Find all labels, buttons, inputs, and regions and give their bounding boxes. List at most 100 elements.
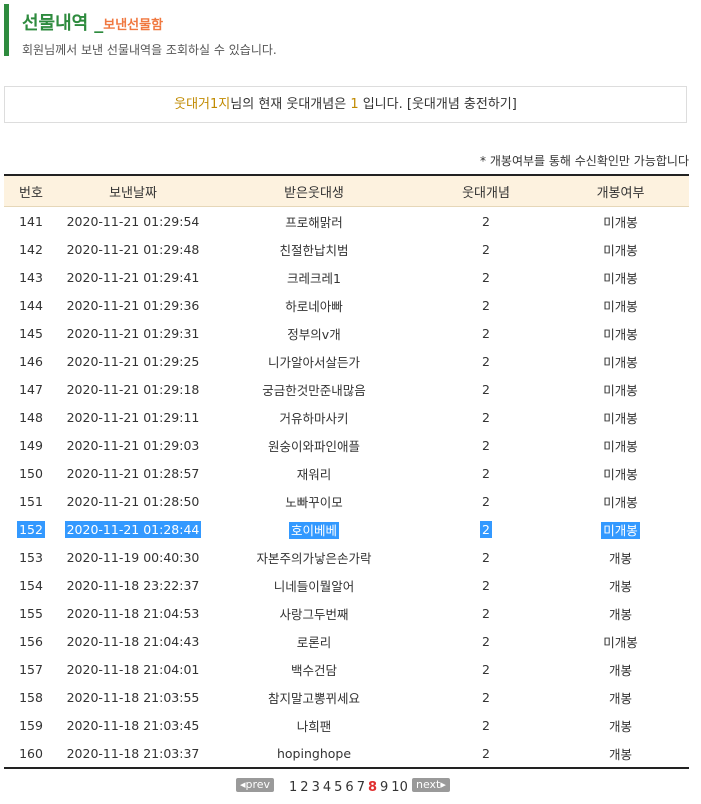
table-row: 155 2020-11-18 21:04:53 사랑그두번째 2 개봉 [4, 599, 689, 627]
cell-number-text: 157 [19, 661, 43, 677]
page-link[interactable]: 7 [357, 780, 365, 795]
cell-points: 2 [420, 627, 552, 655]
prev-page-button[interactable]: ◂prev [236, 778, 275, 792]
cell-number: 155 [4, 599, 58, 627]
cell-sent-date-text: 2020-11-21 01:29:25 [66, 353, 200, 369]
cell-points: 2 [420, 487, 552, 515]
cell-points: 2 [420, 291, 552, 319]
cell-open-status: 개봉 [552, 599, 689, 627]
cell-sent-date: 2020-11-18 21:04:01 [58, 655, 208, 683]
table-row: 141 2020-11-21 01:29:54 프로해맑러 2 미개봉 [4, 207, 689, 236]
cell-open-status: 미개봉 [552, 627, 689, 655]
cell-recipient-text: 백수건담 [290, 662, 337, 678]
cell-open-status-text: 개봉 [608, 550, 632, 566]
cell-points-text: 2 [480, 520, 492, 538]
cell-number-text: 155 [19, 605, 43, 621]
cell-number: 147 [4, 375, 58, 403]
cell-sent-date-text: 2020-11-19 00:40:30 [66, 549, 200, 565]
cell-recipient-text: hopinghope [276, 745, 352, 761]
cell-open-status-text: 미개봉 [603, 270, 638, 286]
table-row: 152 2020-11-21 01:28:44 호이베베 2 미개봉 [4, 515, 689, 543]
cell-number: 142 [4, 235, 58, 263]
cell-sent-date-text: 2020-11-18 21:04:43 [66, 633, 200, 649]
cell-open-status-text: 미개봉 [603, 242, 638, 258]
cell-recipient-text: 니네들이뭘알어 [273, 578, 355, 594]
cell-number-text: 152 [17, 520, 45, 538]
table-row: 145 2020-11-21 01:29:31 정부의v개 2 미개봉 [4, 319, 689, 347]
title-accent-bar [4, 4, 9, 56]
cell-sent-date: 2020-11-21 01:29:03 [58, 431, 208, 459]
cell-open-status: 미개봉 [552, 375, 689, 403]
cell-open-status-text: 개봉 [608, 578, 632, 594]
page-link[interactable]: 3 [312, 780, 320, 795]
page-link[interactable]: 2 [300, 780, 308, 795]
cell-open-status: 미개봉 [552, 263, 689, 291]
cell-open-status-text: 미개봉 [601, 521, 640, 539]
cell-number: 151 [4, 487, 58, 515]
next-page-button[interactable]: next▸ [412, 778, 450, 792]
cell-points-text: 2 [482, 409, 490, 425]
cell-number: 145 [4, 319, 58, 347]
cell-recipient: 노빠꾸이모 [208, 487, 420, 515]
table-row: 153 2020-11-19 00:40:30 자본주의가낳은손가락 2 개봉 [4, 543, 689, 571]
points-text-b: 입니다. [358, 97, 407, 112]
cell-points: 2 [420, 599, 552, 627]
cell-open-status-text: 미개봉 [603, 494, 638, 510]
table-row: 148 2020-11-21 01:29:11 거유하마사키 2 미개봉 [4, 403, 689, 431]
page-link[interactable]: 6 [345, 780, 353, 795]
cell-open-status: 개봉 [552, 683, 689, 711]
cell-number: 158 [4, 683, 58, 711]
page-link[interactable]: 10 [391, 780, 408, 795]
cell-recipient-text: 나희팬 [296, 718, 332, 734]
cell-sent-date-text: 2020-11-21 01:28:44 [64, 520, 202, 538]
cell-sent-date-text: 2020-11-18 23:22:37 [66, 577, 200, 593]
cell-points: 2 [420, 347, 552, 375]
table-row: 159 2020-11-18 21:03:45 나희팬 2 개봉 [4, 711, 689, 739]
cell-open-status-text: 개봉 [608, 662, 632, 678]
table-row: 160 2020-11-18 21:03:37 hopinghope 2 개봉 [4, 739, 689, 769]
cell-open-status: 개봉 [552, 543, 689, 571]
sent-gifts-table: 번호 보낸날짜 받은웃대생 웃대개념 개봉여부 141 2020-11-21 01… [4, 174, 689, 769]
page-link[interactable]: 9 [380, 780, 388, 795]
cell-sent-date: 2020-11-18 21:03:37 [58, 739, 208, 769]
table-row: 156 2020-11-18 21:04:43 로론리 2 미개봉 [4, 627, 689, 655]
points-info-box: 웃대거1지님의 현재 웃대개념은 1 입니다. [웃대개념 충전하기] [4, 86, 687, 123]
page-link[interactable]: 5 [334, 780, 342, 795]
cell-sent-date-text: 2020-11-21 01:29:31 [66, 325, 200, 341]
cell-open-status: 개봉 [552, 655, 689, 683]
cell-open-status-text: 개봉 [608, 746, 632, 762]
cell-points-text: 2 [482, 717, 490, 733]
cell-points: 2 [420, 375, 552, 403]
table-row: 147 2020-11-21 01:29:18 궁금한것만준내많음 2 미개봉 [4, 375, 689, 403]
page-link-current[interactable]: 8 [368, 780, 377, 795]
cell-number: 143 [4, 263, 58, 291]
cell-number: 154 [4, 571, 58, 599]
cell-open-status-text: 미개봉 [603, 354, 638, 370]
table-header-row: 번호 보낸날짜 받은웃대생 웃대개념 개봉여부 [4, 174, 689, 207]
cell-recipient: 원숭이와파인애플 [208, 431, 420, 459]
cell-sent-date: 2020-11-21 01:29:48 [58, 235, 208, 263]
cell-recipient: 참지말고뽕뀌세요 [208, 683, 420, 711]
cell-open-status: 미개봉 [552, 291, 689, 319]
cell-number: 152 [4, 515, 58, 543]
cell-sent-date: 2020-11-21 01:28:50 [58, 487, 208, 515]
cell-sent-date-text: 2020-11-21 01:28:50 [66, 493, 200, 509]
cell-open-status-text: 미개봉 [603, 438, 638, 454]
cell-sent-date-text: 2020-11-18 21:04:53 [66, 605, 200, 621]
cell-recipient-text: 거유하마사키 [279, 410, 349, 426]
cell-recipient-text: 정부의v개 [287, 326, 341, 342]
cell-open-status-text: 미개봉 [603, 298, 638, 314]
cell-points-text: 2 [482, 689, 490, 705]
cell-number: 150 [4, 459, 58, 487]
cell-recipient: 백수건담 [208, 655, 420, 683]
cell-points: 2 [420, 571, 552, 599]
user-nickname: 웃대거1지 [174, 97, 231, 112]
page-link[interactable]: 4 [323, 780, 331, 795]
cell-number-text: 150 [19, 465, 43, 481]
page-link[interactable]: 1 [289, 780, 297, 795]
cell-sent-date: 2020-11-21 01:28:44 [58, 515, 208, 543]
cell-recipient: 크레크레1 [208, 263, 420, 291]
cell-points-text: 2 [482, 549, 490, 565]
cell-points-text: 2 [482, 605, 490, 621]
charge-points-link[interactable]: [웃대개념 충전하기] [407, 97, 517, 112]
